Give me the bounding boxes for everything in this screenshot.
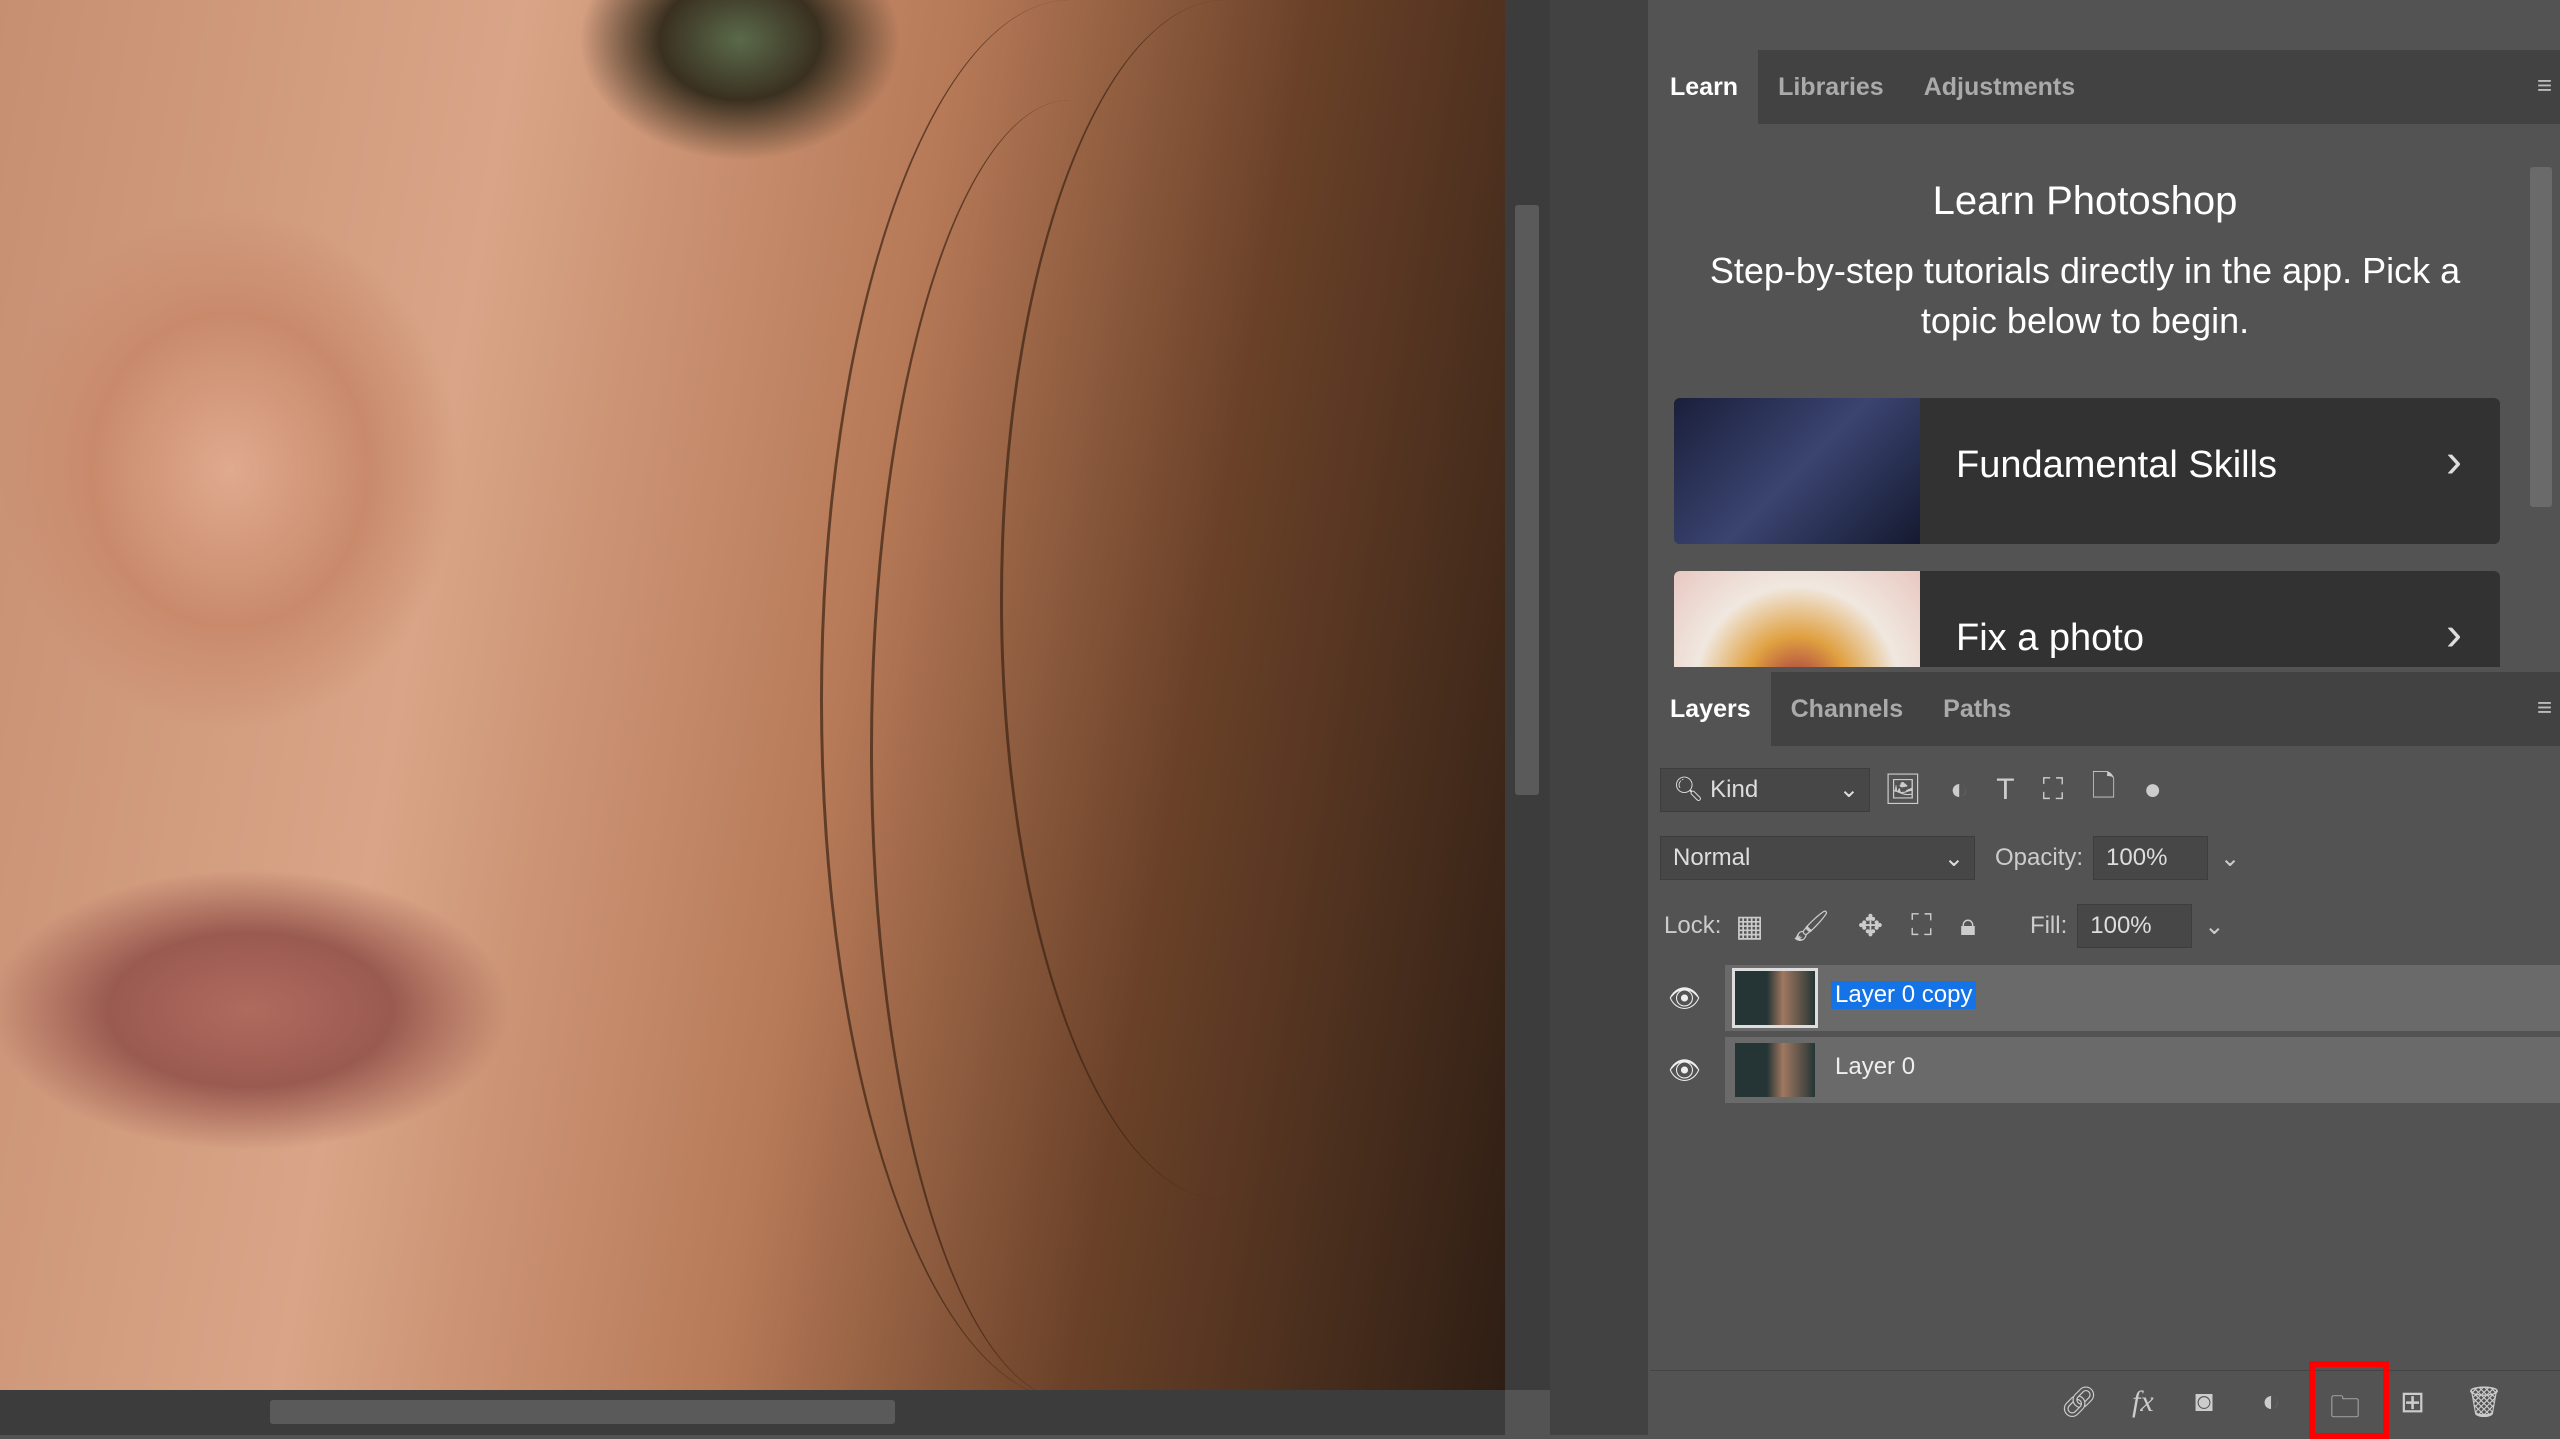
learn-title: Learn Photoshop <box>1932 179 2238 223</box>
lock-move-icon[interactable]: ✥ <box>1858 909 1883 944</box>
opacity-label: Opacity: <box>1995 844 2084 871</box>
highlight-box <box>2309 1361 2389 1439</box>
right-panels: Learn Libraries Adjustments ≡ Learn Phot… <box>1650 0 2560 1439</box>
panel-menu-icon[interactable]: ≡ <box>2537 692 2552 723</box>
adjustment-layer-icon[interactable]: ◐ <box>2262 1385 2280 1419</box>
lock-artboard-icon[interactable]: ⛶ <box>1911 909 1932 943</box>
tab-learn[interactable]: Learn <box>1650 50 1759 124</box>
lock-label: Lock: <box>1664 912 1722 939</box>
layer-name: Layer 0 <box>1835 1053 1916 1080</box>
layer-name-input[interactable]: Layer 0 copy <box>1831 981 1977 1009</box>
smart-object-filter-icon[interactable]: 🗋 <box>2092 764 2116 815</box>
pixel-filter-icon[interactable]: 🖼︎ <box>1884 772 1922 807</box>
chevron-right-icon: › <box>2446 435 2462 488</box>
search-icon: 🔍︎ <box>1673 776 1704 803</box>
tab-adjustments[interactable]: Adjustments <box>1904 50 2095 124</box>
chevron-down-icon: ⌄ <box>1943 844 1964 872</box>
opacity-input[interactable]: 100% <box>2093 836 2209 880</box>
visibility-eye-icon[interactable]: 👁︎ <box>1668 1055 1701 1086</box>
visibility-eye-icon[interactable]: 👁︎ <box>1668 983 1701 1014</box>
layer-thumbnail <box>1732 968 1818 1028</box>
fx-icon[interactable]: fx <box>2132 1385 2154 1419</box>
layer-thumbnail <box>1735 1043 1815 1097</box>
learn-scrollbar[interactable] <box>2525 127 2555 667</box>
type-filter-icon[interactable]: T <box>1996 773 2014 807</box>
learn-subtitle: Step-by-step tutorials directly in the a… <box>1709 250 2461 341</box>
card-thumbnail <box>1674 398 1920 544</box>
link-layers-icon[interactable]: 🔗︎ <box>2060 1385 2098 1420</box>
layers-tabs: Layers Channels Paths <box>1650 672 2560 746</box>
layers-footer: 🔗︎ fx ◙ ◐ 🗀 ⊞ 🗑︎ <box>1650 1361 2560 1439</box>
trash-icon[interactable]: 🗑︎ <box>2465 1385 2503 1420</box>
card-label: Fundamental Skills <box>1956 444 2278 486</box>
filter-toggle[interactable]: ● <box>2144 773 2162 807</box>
lock-transparent-icon[interactable]: ▦ <box>1735 909 1763 944</box>
chevron-down-icon[interactable]: ⌄ <box>2204 912 2224 941</box>
new-layer-icon[interactable]: ⊞ <box>2400 1385 2425 1420</box>
layer-row[interactable]: Layer 0 copy <box>1725 965 2560 1031</box>
vertical-scrollbar[interactable] <box>1505 0 1550 1390</box>
horizontal-scrollbar[interactable] <box>0 1390 1505 1435</box>
blend-row: Normal ⌄ Opacity: 100% ⌄ <box>1650 836 2560 880</box>
shape-filter-icon[interactable]: ⛶ <box>2043 773 2064 807</box>
card-fix-a-photo[interactable]: Fix a photo › <box>1674 571 2500 667</box>
adjustment-filter-icon[interactable]: ◐ <box>1950 773 1968 807</box>
document-canvas[interactable] <box>0 0 1505 1390</box>
chevron-right-icon: › <box>2446 608 2462 661</box>
tab-channels[interactable]: Channels <box>1771 672 1924 746</box>
filter-kind-select[interactable]: 🔍︎ Kind ⌄ <box>1660 767 1870 812</box>
card-thumbnail <box>1674 571 1920 667</box>
lock-row: Lock: ▦ 🖌︎ ✥ ⛶ 🔒︎ Fill: 100% ⌄ <box>1650 904 2560 948</box>
lock-brush-icon[interactable]: 🖌︎ <box>1792 909 1830 944</box>
filter-row: 🔍︎ Kind ⌄ 🖼︎ ◐ T ⛶ 🗋 ● <box>1650 764 2560 815</box>
learn-tabs: Learn Libraries Adjustments <box>1650 50 2560 124</box>
layer-row[interactable]: Layer 0 <box>1725 1037 2560 1103</box>
tab-layers[interactable]: Layers <box>1650 672 1771 746</box>
lock-all-icon[interactable]: 🔒︎ <box>1960 909 1976 943</box>
panel-menu-icon[interactable]: ≡ <box>2537 70 2552 101</box>
add-mask-icon[interactable]: ◙ <box>2195 1385 2213 1419</box>
fill-label: Fill: <box>2029 912 2068 939</box>
scroll-thumb[interactable] <box>270 1400 895 1424</box>
card-fundamental-skills[interactable]: Fundamental Skills › <box>1674 398 2500 544</box>
blend-mode-select[interactable]: Normal ⌄ <box>1660 836 1975 880</box>
scroll-thumb[interactable] <box>1515 205 1539 795</box>
tab-paths[interactable]: Paths <box>1923 672 2031 746</box>
tab-libraries[interactable]: Libraries <box>1758 50 1904 124</box>
card-label: Fix a photo <box>1956 617 2144 659</box>
chevron-down-icon[interactable]: ⌄ <box>2220 844 2240 873</box>
learn-content: Learn Photoshop Step-by-step tutorials d… <box>1650 127 2520 667</box>
panel-divider <box>1550 0 1648 1435</box>
chevron-down-icon: ⌄ <box>1838 776 1859 803</box>
fill-input[interactable]: 100% <box>2077 904 2193 948</box>
